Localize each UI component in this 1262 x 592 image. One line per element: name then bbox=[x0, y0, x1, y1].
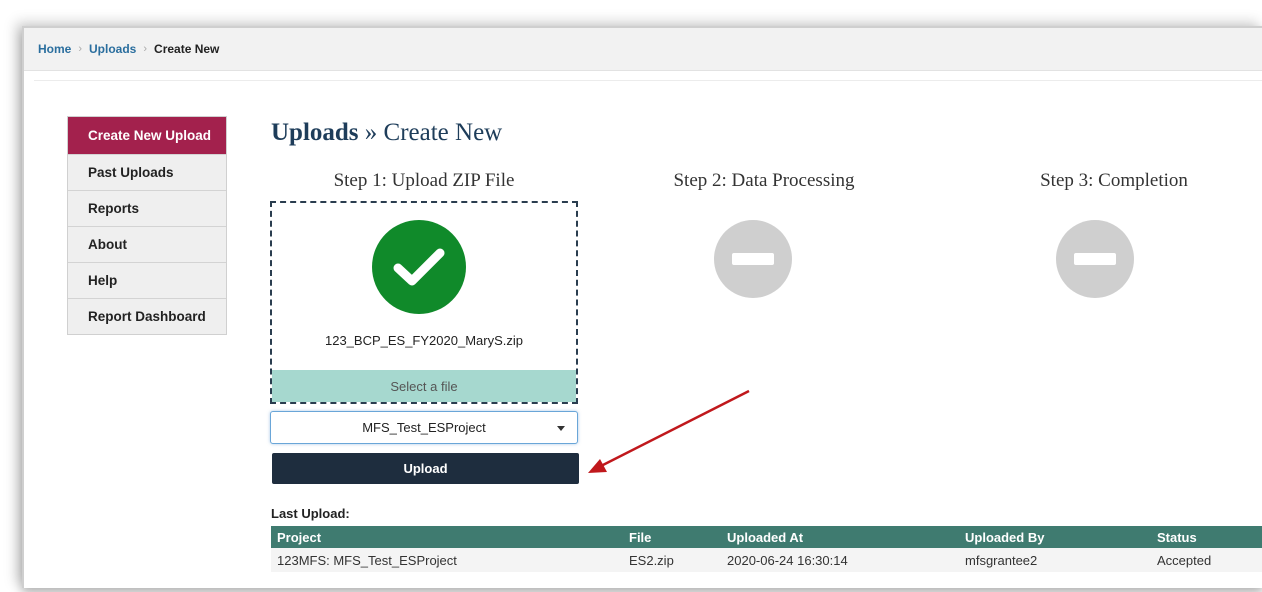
breadcrumb: Home › Uploads › Create New bbox=[24, 28, 1262, 71]
page-title-page: Create New bbox=[383, 119, 503, 146]
cell-uploaded-at: 2020-06-24 16:30:14 bbox=[721, 548, 959, 572]
cell-uploaded-by: mfsgrantee2 bbox=[959, 548, 1151, 572]
sidebar: Create New Upload Past Uploads Reports A… bbox=[67, 116, 227, 335]
checkmark-icon bbox=[372, 220, 466, 314]
minus-icon bbox=[732, 253, 774, 265]
page-title-section: Uploads bbox=[271, 119, 359, 146]
last-upload-table: Project File Uploaded At Uploaded By Sta… bbox=[271, 526, 1262, 572]
breadcrumb-separator: › bbox=[78, 43, 83, 55]
breadcrumb-home[interactable]: Home bbox=[38, 42, 71, 56]
project-select[interactable]: MFS_Test_ESProject bbox=[270, 411, 578, 444]
app-window: Home › Uploads › Create New Create New U… bbox=[22, 26, 1262, 588]
cell-status: Accepted bbox=[1151, 548, 1262, 572]
step-3-minus-icon bbox=[1056, 220, 1134, 298]
step-2-minus-icon bbox=[714, 220, 792, 298]
main-content: Create New Upload Past Uploads Reports A… bbox=[34, 80, 1262, 588]
annotation-arrow-icon bbox=[588, 389, 750, 473]
minus-icon bbox=[1074, 253, 1116, 265]
upload-button[interactable]: Upload bbox=[272, 453, 579, 484]
sidebar-item-reports[interactable]: Reports bbox=[68, 190, 226, 226]
column-header-uploaded-at: Uploaded At bbox=[721, 526, 959, 548]
sidebar-item-create-new-upload[interactable]: Create New Upload bbox=[68, 117, 226, 154]
sidebar-item-past-uploads[interactable]: Past Uploads bbox=[68, 154, 226, 190]
sidebar-item-about[interactable]: About bbox=[68, 226, 226, 262]
project-select-value: MFS_Test_ESProject bbox=[362, 420, 486, 435]
page-title: Uploads » Create New bbox=[271, 119, 502, 147]
sidebar-item-report-dashboard[interactable]: Report Dashboard bbox=[68, 298, 226, 334]
table-header-row: Project File Uploaded At Uploaded By Sta… bbox=[271, 526, 1262, 548]
column-header-file: File bbox=[623, 526, 721, 548]
column-header-status: Status bbox=[1151, 526, 1262, 548]
sidebar-item-help[interactable]: Help bbox=[68, 262, 226, 298]
table-row: 123MFS: MFS_Test_ESProject ES2.zip 2020-… bbox=[271, 548, 1262, 572]
caret-down-icon bbox=[557, 426, 565, 431]
file-dropzone[interactable]: 123_BCP_ES_FY2020_MaryS.zip Select a fil… bbox=[270, 201, 578, 404]
cell-project: 123MFS: MFS_Test_ESProject bbox=[271, 548, 623, 572]
step-1-label: Step 1: Upload ZIP File bbox=[333, 170, 515, 191]
uploaded-filename: 123_BCP_ES_FY2020_MaryS.zip bbox=[324, 333, 523, 348]
page-title-separator: » bbox=[364, 119, 378, 146]
column-header-project: Project bbox=[271, 526, 623, 548]
select-file-button[interactable]: Select a file bbox=[272, 370, 576, 402]
breadcrumb-separator: › bbox=[143, 43, 148, 55]
breadcrumb-uploads[interactable]: Uploads bbox=[89, 42, 136, 56]
step-3-label: Step 3: Completion bbox=[1040, 170, 1188, 191]
cell-file: ES2.zip bbox=[623, 548, 721, 572]
column-header-uploaded-by: Uploaded By bbox=[959, 526, 1151, 548]
last-upload-label: Last Upload: bbox=[271, 506, 350, 521]
breadcrumb-current: Create New bbox=[154, 42, 220, 56]
step-2-label: Step 2: Data Processing bbox=[673, 170, 855, 191]
